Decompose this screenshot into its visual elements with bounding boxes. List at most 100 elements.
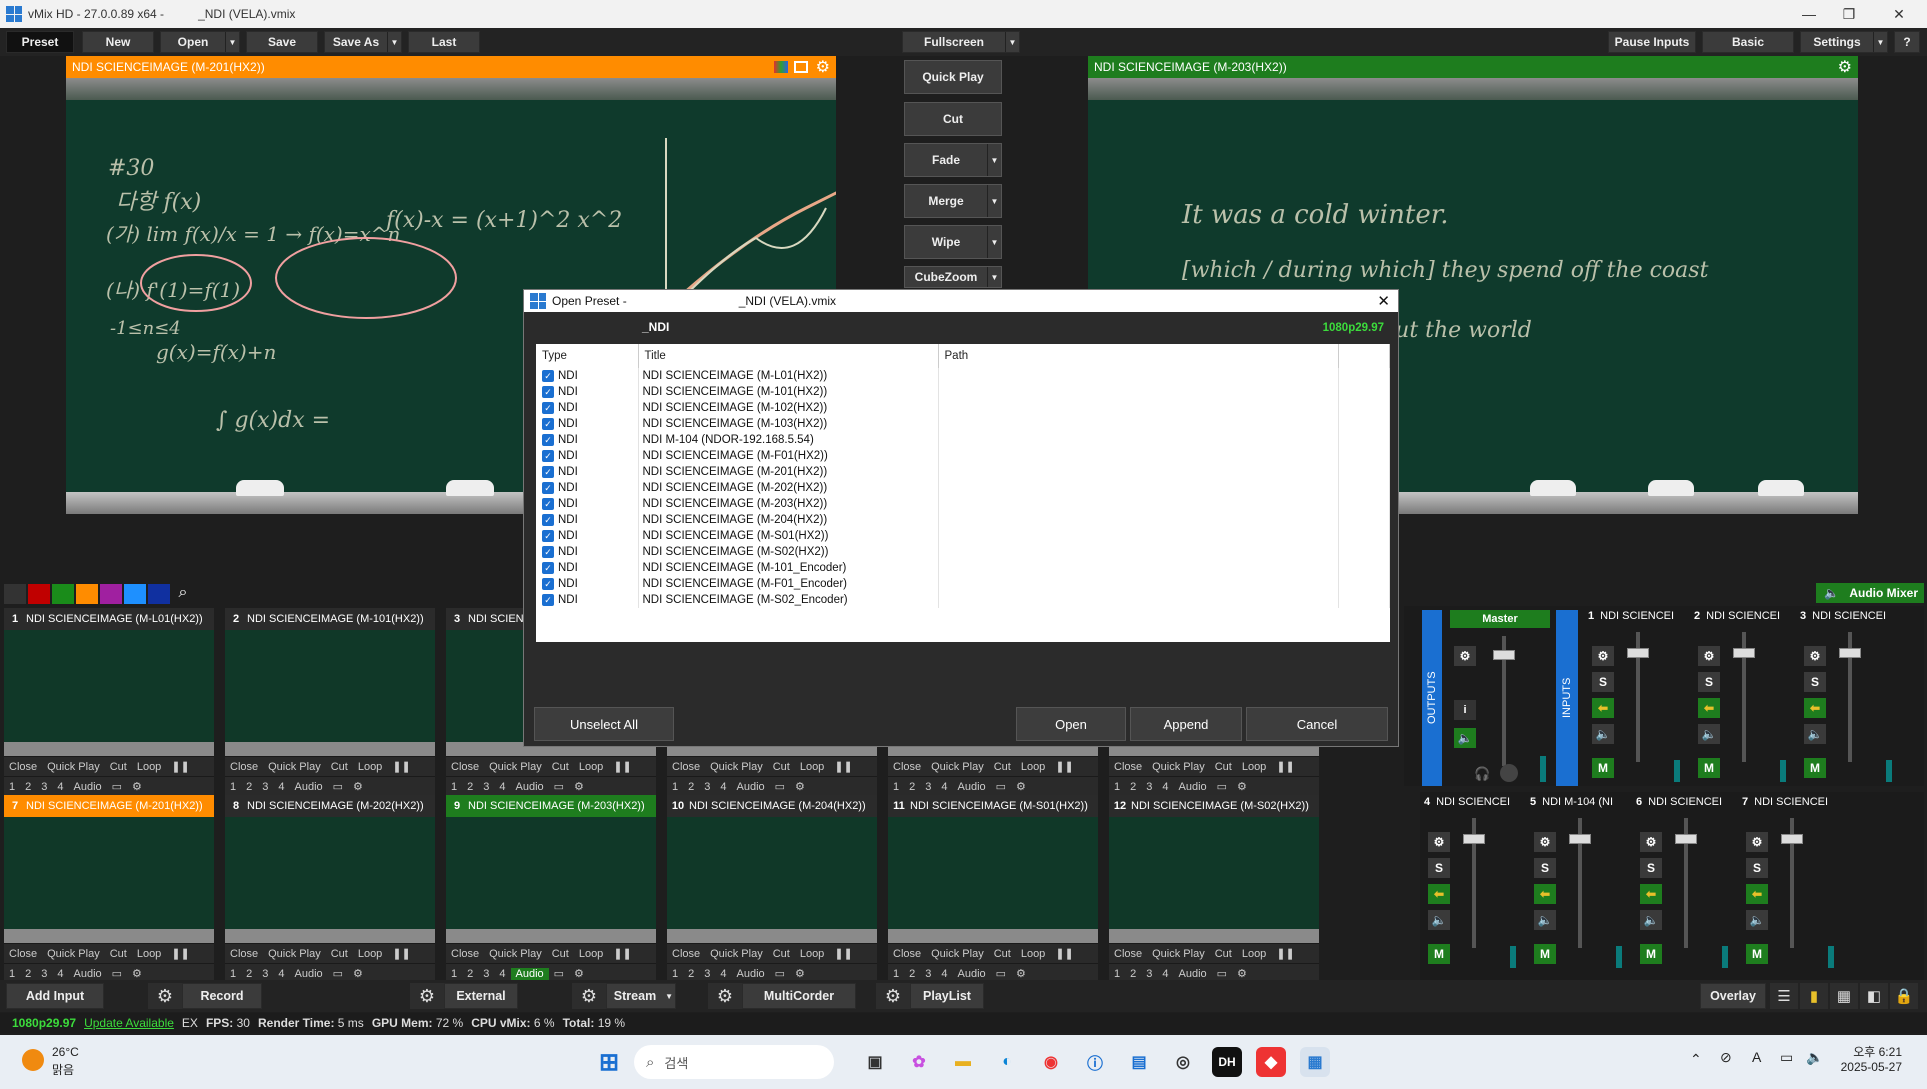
channel-fader[interactable] bbox=[1569, 834, 1591, 844]
quick-play-button[interactable]: Quick Play bbox=[42, 948, 105, 960]
overlay-button[interactable]: Overlay bbox=[1700, 983, 1766, 1009]
loop-button[interactable]: Loop bbox=[353, 761, 387, 773]
preset-input-row[interactable]: ✓ NDI NDI SCIENCEIMAGE (M-F01(HX2)) bbox=[536, 448, 1390, 464]
update-available-link[interactable]: Update Available bbox=[84, 1016, 174, 1030]
arrow-left-icon[interactable]: ⬅ bbox=[1534, 884, 1556, 904]
overlay-2-button[interactable]: 2 bbox=[241, 968, 257, 980]
store-icon[interactable]: ▤ bbox=[1124, 1047, 1154, 1077]
quick-play-button[interactable]: Quick Play bbox=[1147, 948, 1210, 960]
checkbox[interactable]: ✓ bbox=[542, 497, 554, 510]
input-tile[interactable]: 11 NDI SCIENCEIMAGE (M-S01(HX2)) Close Q… bbox=[888, 795, 1098, 983]
pause-icon[interactable]: ❚❚ bbox=[829, 947, 857, 960]
checkbox[interactable]: ✓ bbox=[542, 593, 554, 606]
preset-inputs-list[interactable]: Type Title Path ✓ NDI NDI SCIENCEIMAGE (M-… bbox=[536, 344, 1390, 642]
maximize-button[interactable]: ❐ bbox=[1826, 0, 1872, 28]
loop-button[interactable]: Loop bbox=[795, 761, 829, 773]
gear-icon[interactable]: ⚙ bbox=[127, 967, 147, 980]
input-thumbnail[interactable] bbox=[888, 817, 1098, 943]
monitor-icon[interactable]: ▭ bbox=[991, 967, 1011, 980]
overlay-1-button[interactable]: 1 bbox=[4, 781, 20, 793]
search-box[interactable]: ⌕ 검색 bbox=[634, 1045, 834, 1079]
audio-button[interactable]: Audio bbox=[510, 967, 549, 980]
pause-icon[interactable]: ❚❚ bbox=[1271, 947, 1299, 960]
pause-icon[interactable]: ❚❚ bbox=[1271, 760, 1299, 773]
clock-time[interactable]: 오후 6:21 bbox=[1844, 1043, 1902, 1060]
gear-icon[interactable]: ⚙ bbox=[348, 780, 368, 793]
loop-button[interactable]: Loop bbox=[132, 948, 166, 960]
quick-play-button[interactable]: Quick Play bbox=[42, 761, 105, 773]
pause-inputs-button[interactable]: Pause Inputs bbox=[1608, 31, 1696, 53]
checkbox[interactable]: ✓ bbox=[542, 529, 554, 542]
preset-input-row[interactable]: ✓ NDI NDI SCIENCEIMAGE (M-101_Encoder) bbox=[536, 560, 1390, 576]
audio-button[interactable]: Audio bbox=[1174, 968, 1212, 980]
blue-color-swatch[interactable] bbox=[124, 584, 146, 604]
record-button[interactable]: Record bbox=[182, 983, 262, 1009]
chevron-down-icon[interactable]: ▼ bbox=[387, 32, 401, 52]
overlay-1-button[interactable]: 1 bbox=[667, 781, 683, 793]
checkbox[interactable]: ✓ bbox=[542, 561, 554, 574]
overlay-4-button[interactable]: 4 bbox=[52, 968, 68, 980]
help-button[interactable]: ? bbox=[1894, 31, 1920, 53]
column-header-type[interactable]: Type bbox=[536, 344, 639, 368]
monitor-icon[interactable]: ▭ bbox=[1212, 967, 1232, 980]
solo-button[interactable]: S bbox=[1534, 858, 1556, 878]
gear-icon[interactable]: ⚙ bbox=[816, 57, 830, 77]
audio-button[interactable]: Audio bbox=[69, 781, 107, 793]
playlist-button[interactable]: PlayList bbox=[910, 983, 984, 1009]
monitor-icon[interactable]: ▭ bbox=[328, 967, 348, 980]
stream-button[interactable]: Stream ▼ bbox=[606, 983, 676, 1009]
input-header[interactable]: 11 NDI SCIENCEIMAGE (M-S01(HX2)) bbox=[888, 795, 1098, 817]
gear-icon[interactable]: ⚙ bbox=[1746, 832, 1768, 852]
overlay-2-button[interactable]: 2 bbox=[20, 968, 36, 980]
gear-icon[interactable]: ⚙ bbox=[1838, 57, 1852, 77]
overlay-2-button[interactable]: 2 bbox=[1125, 968, 1141, 980]
arrow-left-icon[interactable]: ⬅ bbox=[1804, 698, 1826, 718]
chevron-down-icon[interactable]: ▼ bbox=[225, 32, 239, 52]
preset-button[interactable]: Preset bbox=[6, 31, 74, 53]
pause-icon[interactable]: ❚❚ bbox=[166, 760, 194, 773]
obs-icon[interactable]: ◎ bbox=[1168, 1047, 1198, 1077]
input-thumbnail[interactable] bbox=[225, 817, 435, 943]
checkbox[interactable]: ✓ bbox=[542, 417, 554, 430]
close-button[interactable]: Close bbox=[225, 761, 263, 773]
settings-button[interactable]: Settings ▼ bbox=[1800, 31, 1888, 53]
orange-color-swatch[interactable] bbox=[76, 584, 98, 604]
chevron-down-icon[interactable]: ▼ bbox=[987, 226, 1001, 258]
overlay-4-button[interactable]: 4 bbox=[715, 781, 731, 793]
overlay-window-icon[interactable] bbox=[794, 61, 808, 73]
cut-button[interactable]: Cut bbox=[326, 761, 353, 773]
new-button[interactable]: New bbox=[82, 31, 154, 53]
gear-icon[interactable]: ⚙ bbox=[1534, 832, 1556, 852]
preset-input-row[interactable]: ✓ NDI NDI SCIENCEIMAGE (M-S02(HX2)) bbox=[536, 544, 1390, 560]
preset-input-row[interactable]: ✓ NDI NDI SCIENCEIMAGE (M-203(HX2)) bbox=[536, 496, 1390, 512]
overlay-1-button[interactable]: 1 bbox=[1109, 968, 1125, 980]
speaker-icon[interactable]: 🔈 bbox=[1806, 1049, 1823, 1066]
pause-icon[interactable]: ❚❚ bbox=[387, 760, 415, 773]
overlay-2-button[interactable]: 2 bbox=[241, 781, 257, 793]
close-button[interactable]: Close bbox=[1109, 948, 1147, 960]
loop-button[interactable]: Loop bbox=[132, 761, 166, 773]
multicorder-settings-gear-icon[interactable]: ⚙ bbox=[708, 983, 742, 1009]
gear-icon[interactable]: ⚙ bbox=[790, 967, 810, 980]
gear-icon[interactable]: ⚙ bbox=[1232, 967, 1252, 980]
input-thumbnail[interactable] bbox=[4, 630, 214, 756]
fullscreen-button[interactable]: Fullscreen ▼ bbox=[902, 31, 1020, 53]
volume-knob[interactable] bbox=[1500, 764, 1518, 782]
overlay-1-button[interactable]: 1 bbox=[446, 781, 462, 793]
overlay-3-button[interactable]: 3 bbox=[1141, 781, 1157, 793]
checkbox[interactable]: ✓ bbox=[542, 481, 554, 494]
speaker-icon[interactable]: 🔈 bbox=[1804, 724, 1826, 744]
preset-input-row[interactable]: ✓ NDI NDI SCIENCEIMAGE (M-S01(HX2)) bbox=[536, 528, 1390, 544]
overlay-2-button[interactable]: 2 bbox=[20, 781, 36, 793]
last-button[interactable]: Last bbox=[408, 31, 480, 53]
loop-button[interactable]: Loop bbox=[795, 948, 829, 960]
input-tile[interactable]: 10 NDI SCIENCEIMAGE (M-204(HX2)) Close Q… bbox=[667, 795, 877, 983]
quick-play-button[interactable]: Quick Play bbox=[484, 761, 547, 773]
preset-input-row[interactable]: ✓ NDI NDI SCIENCEIMAGE (M-102(HX2)) bbox=[536, 400, 1390, 416]
cut-button[interactable]: Cut bbox=[768, 948, 795, 960]
gear-icon[interactable]: ⚙ bbox=[127, 780, 147, 793]
external-settings-gear-icon[interactable]: ⚙ bbox=[410, 983, 444, 1009]
overlay-1-button[interactable]: 1 bbox=[667, 968, 683, 980]
list-view-icon[interactable]: ☰ bbox=[1770, 983, 1798, 1009]
chevron-down-icon[interactable]: ▼ bbox=[1005, 32, 1019, 52]
